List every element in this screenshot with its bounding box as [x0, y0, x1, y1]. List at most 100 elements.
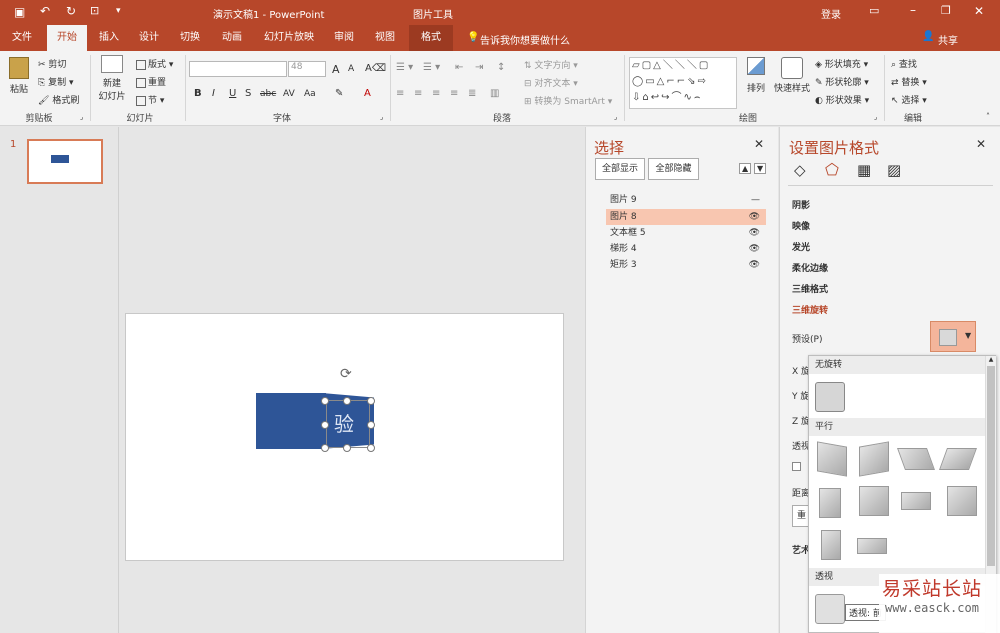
preset-parallel[interactable] [901, 492, 931, 510]
eye-icon[interactable]: 👁 [749, 225, 760, 241]
clipboard-launcher-icon[interactable]: ⌟ [80, 113, 83, 121]
preset-dropdown[interactable]: ▼ [930, 321, 976, 352]
section-3d-rotation[interactable]: 三维旋转 [792, 303, 828, 316]
section-3d-format[interactable]: 三维格式 [792, 282, 828, 295]
preset-parallel[interactable] [817, 441, 847, 477]
shadow-text-button[interactable]: S [245, 88, 251, 99]
scroll-up-icon[interactable]: ▲ [986, 356, 996, 363]
bold-button[interactable]: B [194, 88, 202, 99]
paste-button[interactable]: 粘贴 [6, 57, 32, 95]
change-case-button[interactable]: Aa [304, 89, 316, 99]
shrink-font-button[interactable]: A [348, 64, 354, 74]
fill-line-icon[interactable]: ◇ [794, 161, 806, 179]
restore-icon[interactable]: ❐ [941, 4, 951, 17]
resize-handle[interactable] [321, 444, 329, 452]
shape-outline-button[interactable]: ✎ 形状轮廓 ▾ [815, 75, 869, 88]
tab-file[interactable]: 文件 [4, 25, 40, 51]
smartart-button[interactable]: ⊞ 转换为 SmartArt ▾ [524, 94, 612, 107]
tab-format[interactable]: 格式 [409, 25, 453, 51]
preset-parallel[interactable] [821, 530, 841, 560]
hidden-icon[interactable]: — [751, 192, 760, 208]
justify-icon[interactable]: ≡ [450, 88, 458, 99]
drawing-launcher-icon[interactable]: ⌟ [874, 113, 877, 121]
picture-tab-icon[interactable]: ▨ [887, 161, 901, 179]
selection-item[interactable]: 图片 9 — [606, 192, 766, 208]
preset-parallel[interactable] [857, 538, 887, 554]
effects-tab-icon[interactable]: ⬠ [825, 160, 839, 179]
rotate-handle-icon[interactable]: ⟳ [340, 366, 352, 382]
slide-canvas[interactable]: 验 ⟳ [125, 313, 564, 561]
new-slide-button[interactable]: 新建 幻灯片 [95, 55, 129, 102]
redo-icon[interactable]: ↻ [66, 4, 76, 18]
selection-item[interactable]: 图片 8 👁 [606, 209, 766, 225]
selection-item[interactable]: 文本框 5 👁 [606, 225, 766, 241]
share-button[interactable]: 共享 [938, 32, 958, 47]
align-center-icon[interactable]: ≡ [414, 88, 422, 99]
line-spacing-icon[interactable]: ↕ [497, 62, 505, 73]
section-reflection[interactable]: 映像 [792, 219, 810, 232]
align-text-button[interactable]: ⊟ 对齐文本 ▾ [524, 76, 578, 89]
preset-no-rotation[interactable] [815, 382, 845, 412]
preset-parallel[interactable] [819, 488, 841, 518]
resize-handle[interactable] [367, 444, 375, 452]
tab-view[interactable]: 视图 [367, 25, 403, 51]
numbering-icon[interactable]: ☰ ▾ [423, 62, 440, 73]
reset-button[interactable]: 重置 [136, 75, 166, 88]
decrease-indent-icon[interactable]: ⇤ [455, 62, 463, 73]
resize-handle[interactable] [367, 397, 375, 405]
increase-indent-icon[interactable]: ⇥ [475, 62, 483, 73]
share-icon[interactable]: 👤 [922, 31, 934, 42]
tab-design[interactable]: 设计 [131, 25, 167, 51]
undo-icon[interactable]: ↶ [40, 4, 50, 18]
bring-forward-icon[interactable]: ▲ [739, 163, 752, 174]
minimize-icon[interactable]: – [910, 3, 916, 17]
tab-home[interactable]: 开始 [47, 25, 87, 51]
text-box[interactable]: 验 [334, 408, 354, 437]
send-backward-icon[interactable]: ▼ [754, 163, 767, 174]
preset-parallel[interactable] [859, 441, 889, 477]
resize-handle[interactable] [343, 397, 351, 405]
replace-button[interactable]: ⇄ 替换 ▾ [891, 75, 927, 88]
preset-parallel[interactable] [947, 486, 977, 516]
align-left-icon[interactable]: ≡ [396, 88, 404, 99]
collapse-ribbon-icon[interactable]: ˄ [986, 112, 990, 121]
clear-format-icon[interactable]: A⌫ [365, 63, 386, 74]
section-button[interactable]: 节 ▾ [136, 93, 164, 106]
preset-parallel[interactable] [938, 448, 978, 470]
eye-icon[interactable]: 👁 [749, 257, 760, 273]
quick-styles-button[interactable]: 快速样式 [772, 57, 812, 94]
tab-slideshow[interactable]: 幻灯片放映 [258, 25, 320, 51]
paragraph-launcher-icon[interactable]: ⌟ [614, 113, 617, 121]
layout-button[interactable]: 版式 ▾ [136, 57, 173, 70]
font-launcher-icon[interactable]: ⌟ [380, 113, 383, 121]
close-icon[interactable]: ✕ [974, 4, 984, 18]
size-properties-icon[interactable]: ▦ [857, 161, 871, 179]
tab-transitions[interactable]: 切换 [172, 25, 208, 51]
italic-button[interactable]: I [212, 88, 215, 99]
customize-qat-icon[interactable]: ▾ [116, 6, 121, 16]
preset-parallel[interactable] [896, 448, 936, 470]
shape-effects-button[interactable]: ◐ 形状效果 ▾ [815, 93, 869, 106]
keep-text-flat-checkbox[interactable] [792, 462, 801, 471]
slide-thumbnail[interactable] [27, 139, 103, 184]
resize-handle[interactable] [367, 421, 375, 429]
distributed-icon[interactable]: ≣ [468, 88, 476, 99]
save-icon[interactable]: ▣ [14, 5, 25, 19]
shapes-gallery[interactable]: ▱▢△＼＼＼▢ ◯▭△⌐⌐⇘⇨ ⇩⌂↩↪⌒∿⌢ [629, 57, 737, 109]
grow-font-button[interactable]: A [332, 63, 340, 76]
section-shadow[interactable]: 阴影 [792, 198, 810, 211]
preset-perspective[interactable] [815, 594, 845, 624]
font-color-button[interactable]: A [364, 88, 371, 99]
columns-icon[interactable]: ▥ [490, 88, 499, 99]
show-all-button[interactable]: 全部显示 [595, 158, 645, 180]
slideshow-icon[interactable]: ⊡ [90, 4, 99, 17]
selection-item[interactable]: 矩形 3 👁 [606, 257, 766, 273]
tab-animations[interactable]: 动画 [213, 25, 251, 51]
close-pane-icon[interactable]: ✕ [976, 137, 986, 151]
tab-insert[interactable]: 插入 [92, 25, 126, 51]
shape-fill-button[interactable]: ◈ 形状填充 ▾ [815, 57, 868, 70]
section-glow[interactable]: 发光 [792, 240, 810, 253]
close-pane-icon[interactable]: ✕ [754, 137, 764, 151]
select-button[interactable]: ↖ 选择 ▾ [891, 93, 927, 106]
strikethrough-button[interactable]: abc [260, 89, 276, 99]
